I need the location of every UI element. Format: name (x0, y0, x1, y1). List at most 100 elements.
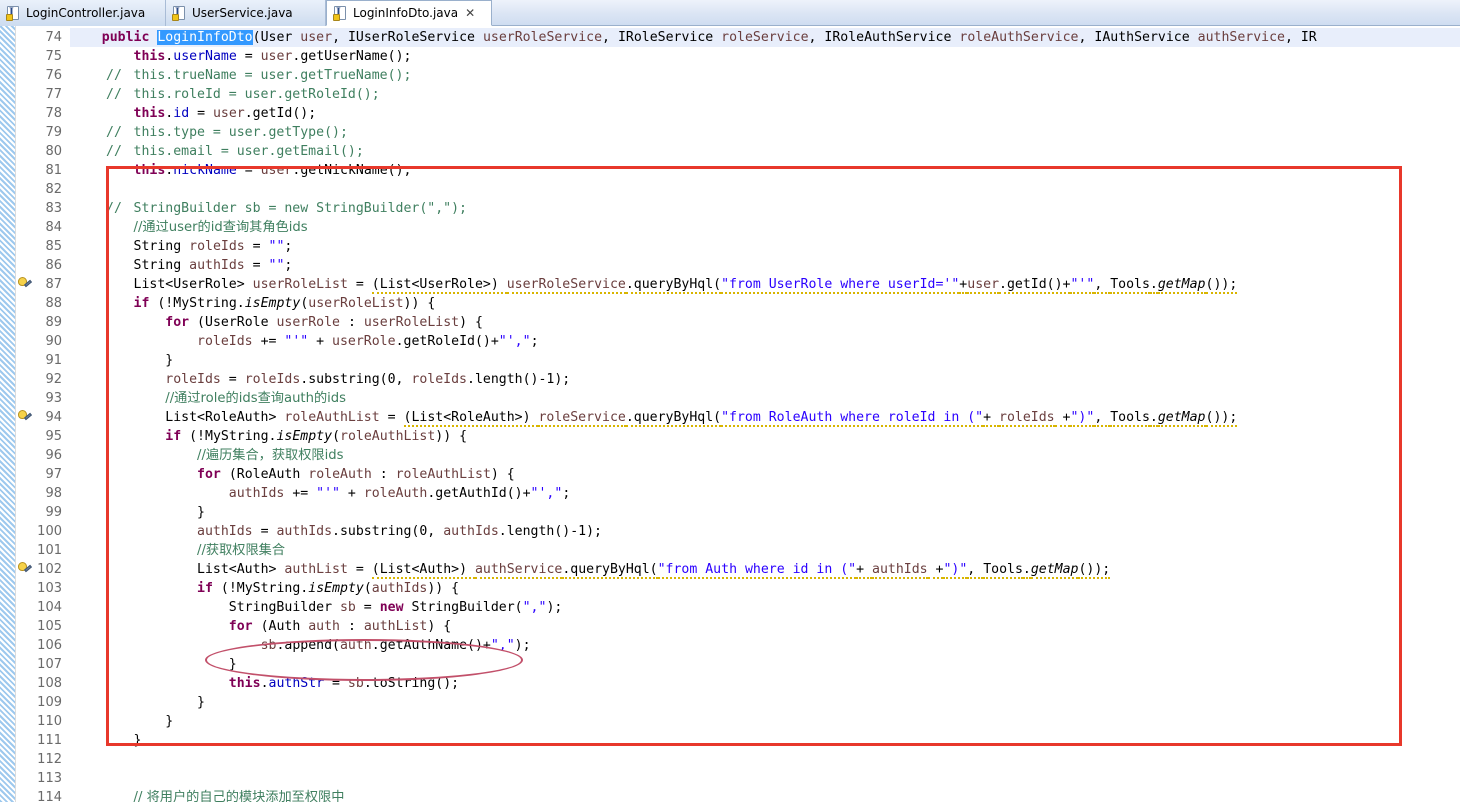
annotation-overview-ruler[interactable] (0, 26, 16, 802)
source-code-surface[interactable]: public LoginInfoDto(User user, IUserRole… (70, 26, 1460, 802)
warning-quickfix-icon[interactable] (17, 276, 33, 292)
code-line[interactable]: String authIds = ""; (70, 256, 293, 275)
code-line[interactable]: StringBuilder sb = new StringBuilder(","… (70, 199, 467, 218)
line-number: 81 (45, 163, 62, 178)
code-token: user (967, 277, 1000, 294)
code-token: "'," (530, 486, 563, 501)
code-line[interactable]: List<RoleAuth> roleAuthList = (List<Role… (70, 408, 1238, 427)
line-number: 86 (45, 258, 62, 273)
code-line[interactable]: if (!MyString.isEmpty(roleAuthList)) { (70, 427, 467, 446)
code-line[interactable]: public LoginInfoDto(User user, IUserRole… (70, 28, 1460, 47)
code-token: ()); (1205, 410, 1238, 427)
line-number: 84 (45, 220, 62, 235)
code-token: ; (530, 334, 539, 349)
code-token: = (355, 600, 380, 615)
code-line[interactable]: this.userName = user.getUserName(); (70, 47, 412, 66)
code-line[interactable]: //获取权限集合 (70, 541, 285, 560)
code-token: : (340, 315, 364, 330)
code-line[interactable]: List<UserRole> userRoleList = (List<User… (70, 275, 1238, 294)
editor-tab-2[interactable]: J LoginInfoDto.java ✕ (326, 0, 492, 26)
line-number: 105 (37, 619, 62, 634)
line-number: 76 (45, 68, 62, 83)
commented-line-prefix: // (106, 87, 122, 102)
code-token: getMap (1157, 410, 1206, 427)
code-line[interactable]: roleIds = roleIds.substring(0, roleIds.l… (70, 370, 570, 389)
code-line[interactable]: String roleIds = ""; (70, 237, 293, 256)
code-token: "from UserRole where userId='" (721, 277, 960, 294)
code-token: for (165, 315, 190, 330)
line-number-gutter[interactable]: 74 75 76 77 78 79 80 81 82 83 84 85 86 87 88 89 90 91 92 93… (16, 26, 89, 802)
code-token: roleIds (165, 372, 221, 387)
warning-quickfix-icon[interactable] (17, 409, 33, 425)
code-token: userRoleList (363, 315, 460, 330)
code-token: UserRole (205, 315, 269, 330)
code-line[interactable]: for (UserRole userRole : userRoleList) { (70, 313, 483, 332)
code-token: //获取权限集合 (197, 543, 286, 558)
code-token: nickName (173, 163, 237, 178)
line-number: 89 (45, 315, 62, 330)
code-line[interactable]: // 将用户的自己的模块添加至权限中 (70, 788, 345, 802)
code-line[interactable]: List<Auth> authList = (List<Auth>) authS… (70, 560, 1111, 579)
code-token: )) { (435, 429, 468, 444)
code-token: new (379, 600, 404, 615)
code-token: )) { (403, 296, 436, 311)
code-line[interactable]: this.authStr = sb.toString(); (70, 674, 459, 693)
code-line[interactable]: } (70, 655, 237, 674)
editor-tab-0[interactable]: J LoginController.java (0, 0, 166, 26)
code-editor-area[interactable]: 74 75 76 77 78 79 80 81 82 83 84 85 86 87 88 89 90 91 92 93… (0, 26, 1460, 802)
code-token: (List<Auth>) (371, 562, 475, 579)
code-token: : (340, 619, 364, 634)
code-token: roleIds (244, 372, 301, 387)
code-token: MyString (205, 429, 269, 444)
code-line[interactable]: for (Auth auth : authList) { (70, 617, 451, 636)
line-number: 83 (45, 201, 62, 216)
code-line[interactable]: roleIds += "'" + userRole.getRoleId()+"'… (70, 332, 539, 351)
code-line[interactable]: //遍历集合，获取权限ids (70, 446, 343, 465)
code-line[interactable]: for (RoleAuth roleAuth : roleAuthList) { (70, 465, 515, 484)
code-line[interactable]: StringBuilder sb = new StringBuilder(","… (70, 598, 563, 617)
code-token: this (133, 49, 166, 64)
code-line[interactable]: } (70, 503, 205, 522)
code-token: , (1094, 277, 1111, 294)
code-token: List<RoleAuth> (165, 410, 277, 425)
line-number: 99 (45, 505, 62, 520)
line-number: 103 (37, 581, 62, 596)
code-line[interactable]: if (!MyString.isEmpty(authIds)) { (70, 579, 459, 598)
code-token: .append( (276, 638, 340, 653)
code-line[interactable]: } (70, 693, 205, 712)
code-line[interactable]: this.id = user.getId(); (70, 104, 317, 123)
code-line[interactable]: sb.append(auth.getAuthName()+","); (70, 636, 531, 655)
code-token: public (101, 30, 158, 45)
editor-tab-1[interactable]: J UserService.java (166, 0, 326, 26)
code-token: .getNickName(); (292, 163, 412, 178)
close-icon[interactable]: ✕ (465, 7, 475, 19)
code-token: for (228, 619, 253, 634)
code-line[interactable]: if (!MyString.isEmpty(userRoleList)) { (70, 294, 436, 313)
code-line[interactable]: this.nickName = user.getNickName(); (70, 161, 412, 180)
code-line[interactable]: authIds = authIds.substring(0, authIds.l… (70, 522, 602, 541)
code-line[interactable]: } (70, 351, 173, 370)
code-token: roleIds (189, 239, 245, 254)
code-token: //通过role的ids查询auth的ids (165, 391, 347, 406)
code-token: ( (252, 619, 269, 634)
commented-line-prefix: // (106, 201, 122, 216)
line-number: 108 (37, 676, 62, 691)
code-line[interactable]: //通过user的id查询其角色ids (70, 218, 308, 237)
line-number: 96 (45, 448, 62, 463)
java-file-icon: J (6, 5, 21, 21)
code-line[interactable]: } (70, 731, 142, 750)
code-line[interactable]: //通过role的ids查询auth的ids (70, 389, 346, 408)
code-token: auth (308, 619, 340, 634)
code-token: roleIds (197, 334, 253, 349)
code-line[interactable]: authIds += "'" + roleAuth.getAuthId()+"'… (70, 484, 570, 503)
warning-quickfix-icon[interactable] (17, 561, 33, 577)
code-line[interactable]: } (70, 712, 173, 731)
code-token: getMap (1030, 562, 1079, 579)
